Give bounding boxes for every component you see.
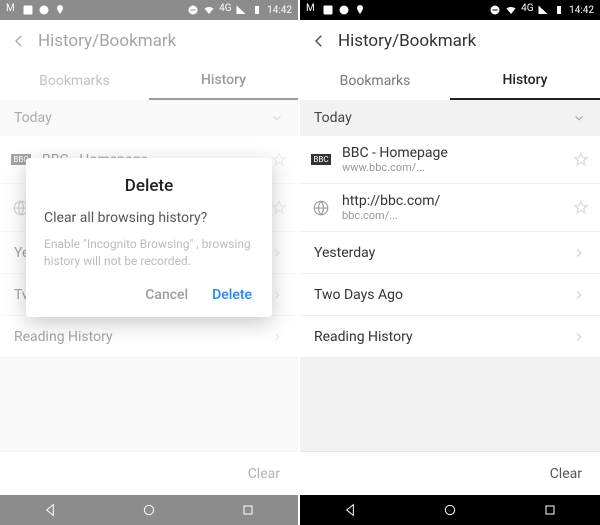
back-icon[interactable]	[310, 32, 328, 50]
tab-history[interactable]: History	[450, 62, 600, 100]
clear-button[interactable]: Clear	[550, 466, 582, 482]
page-title: History/Bookmark	[338, 31, 476, 51]
group-label: Reading History	[314, 329, 413, 345]
status-bar: M 4G 14:42	[300, 0, 600, 20]
dialog-hint: Enable "Incognito Browsing" , browsing h…	[44, 236, 254, 271]
group-reading-history[interactable]: Reading History	[300, 316, 600, 358]
chevron-right-icon	[572, 246, 586, 260]
history-url: bbc.com/...	[342, 209, 562, 222]
cancel-button[interactable]: Cancel	[145, 287, 188, 303]
delete-dialog: Delete Clear all browsing history? Enabl…	[26, 158, 272, 317]
history-item[interactable]: BBC BBC - Homepage www.bbc.com/...	[300, 136, 600, 184]
group-label: Yesterday	[314, 245, 375, 261]
android-navbar	[300, 495, 600, 525]
dialog-title: Delete	[44, 176, 254, 196]
nav-recent-icon[interactable]	[542, 502, 558, 518]
section-today[interactable]: Today	[300, 100, 600, 136]
whatsapp-icon	[338, 4, 350, 16]
wifi-icon	[505, 4, 517, 16]
star-icon[interactable]	[572, 199, 590, 217]
star-icon[interactable]	[572, 151, 590, 169]
battery-icon	[553, 4, 565, 16]
screen-with-dialog: M 4G 14:42 History/Bookmark Bookmarks Hi…	[0, 0, 300, 525]
location-icon	[354, 4, 366, 16]
chevron-right-icon	[572, 330, 586, 344]
group-label: Two Days Ago	[314, 287, 403, 303]
globe-icon	[310, 197, 332, 219]
dialog-message: Clear all browsing history?	[44, 210, 254, 226]
signal-icon	[537, 4, 549, 16]
tabs: Bookmarks History	[300, 62, 600, 100]
app-header: History/Bookmark	[300, 20, 600, 62]
clock: 14:42	[569, 5, 594, 16]
image-icon	[322, 4, 334, 16]
favicon-bbc: BBC	[310, 149, 332, 171]
tab-bookmarks[interactable]: Bookmarks	[300, 62, 450, 100]
group-yesterday[interactable]: Yesterday	[300, 232, 600, 274]
history-title: http://bbc.com/	[342, 193, 562, 209]
nav-home-icon[interactable]	[442, 502, 458, 518]
history-title: BBC - Homepage	[342, 145, 562, 161]
nav-back-icon[interactable]	[342, 502, 358, 518]
group-two-days-ago[interactable]: Two Days Ago	[300, 274, 600, 316]
delete-button[interactable]: Delete	[212, 287, 252, 303]
chevron-right-icon	[572, 288, 586, 302]
screen-list: M 4G 14:42 History/Bookmark Bookmarks Hi…	[300, 0, 600, 525]
gmail-icon: M	[306, 4, 318, 16]
chevron-down-icon	[572, 111, 586, 125]
history-item[interactable]: http://bbc.com/ bbc.com/...	[300, 184, 600, 232]
history-url: www.bbc.com/...	[342, 161, 562, 174]
network-type: 4G	[521, 4, 533, 16]
section-label: Today	[314, 110, 352, 126]
dnd-icon	[489, 4, 501, 16]
dialog-actions: Cancel Delete	[44, 281, 254, 309]
bottom-bar: Clear	[300, 451, 600, 495]
